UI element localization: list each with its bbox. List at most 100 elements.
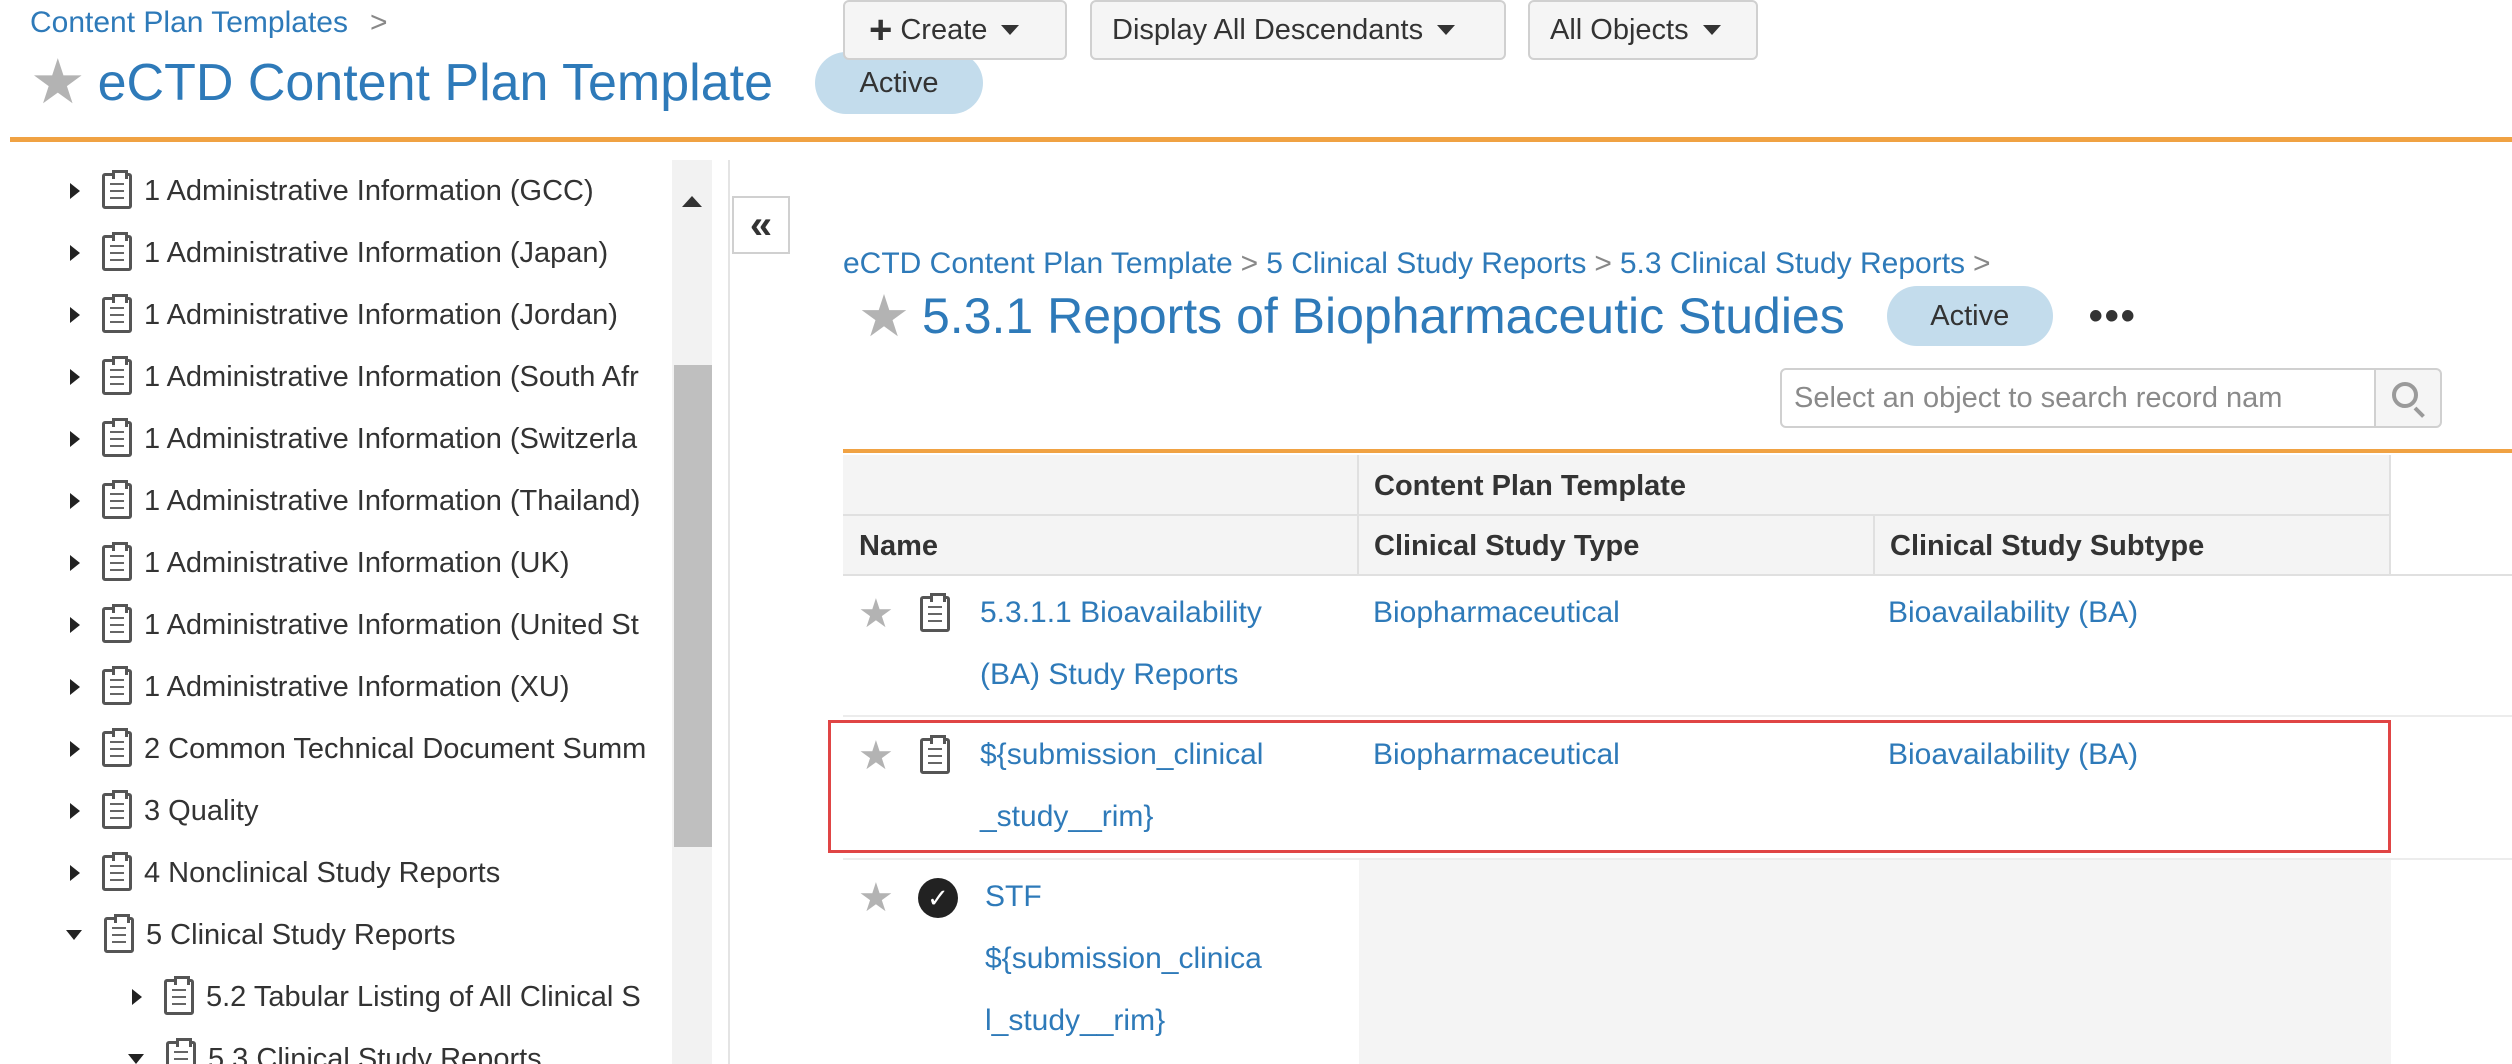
tree-item[interactable]: 1 Administrative Information (UK) [70,532,569,594]
tree-scrollbar-thumb[interactable] [674,365,712,847]
row-name-link[interactable]: 5.3.1.1 Bioavailability (BA) Study Repor… [980,582,1262,706]
doc-list-icon [102,418,132,457]
doc-list-icon [102,356,132,395]
status-badge: Active [814,52,983,114]
row-name-link[interactable]: STF ${submission_clinica l_study__rim} [985,866,1262,1052]
expand-arrow-icon[interactable] [70,369,80,385]
collapse-panel-button[interactable]: « [732,196,790,254]
breadcrumb-link-content-plan-templates[interactable]: Content Plan Templates [30,6,348,39]
tree-item[interactable]: 1 Administrative Information (XU) [70,656,569,718]
expand-arrow-icon[interactable] [70,245,80,261]
favorite-star-icon[interactable]: ★ [858,594,894,634]
breadcrumb-link[interactable]: 5 Clinical Study Reports [1266,247,1586,280]
chevron-down-icon [1437,25,1456,35]
expand-arrow-icon[interactable] [70,865,80,881]
display-descendants-dropdown[interactable]: Display All Descendants [1090,0,1506,60]
collapse-arrow-icon[interactable] [128,1054,144,1064]
favorite-star-icon[interactable]: ★ [858,736,894,776]
tree-item[interactable]: 4 Nonclinical Study Reports [70,842,500,904]
search-input[interactable] [1780,368,2376,428]
expand-arrow-icon[interactable] [70,493,80,509]
detail-title: 5.3.1 Reports of Biopharmaceutic Studies [922,288,1845,344]
doc-list-icon [102,728,132,767]
tree-item-label: 5.3 Clinical Study Reports [208,1042,542,1064]
doc-list-icon [102,604,132,643]
tree-item-label: 1 Administrative Information (UK) [144,546,570,579]
tree-item[interactable]: 5.2 Tabular Listing of All Clinical S [132,966,641,1028]
expand-arrow-icon[interactable] [70,307,80,323]
doc-list-icon [102,480,132,519]
tree-item-label: 3 Quality [144,794,259,827]
tree-item-label: 5 Clinical Study Reports [146,918,456,951]
header-divider [10,137,2512,142]
objects-label: All Objects [1550,13,1689,46]
hierarchy-tree: 1 Administrative Information (GCC) 1 Adm… [0,160,672,1064]
doc-list-icon [104,914,134,953]
object-filter-dropdown[interactable]: All Objects [1528,0,1758,60]
tree-item[interactable]: 1 Administrative Information (Jordan) [70,284,618,346]
tree-item-label: 1 Administrative Information (South Afr [144,360,639,393]
tree-item[interactable]: 3 Quality [70,780,258,842]
column-header-subtype[interactable]: Clinical Study Subtype [1890,530,2204,563]
expand-arrow-icon[interactable] [70,617,80,633]
doc-list-icon [920,735,950,774]
breadcrumb-link[interactable]: eCTD Content Plan Template [843,247,1233,280]
expand-arrow-icon[interactable] [70,431,80,447]
create-button[interactable]: + Create [843,0,1067,60]
collapse-arrow-icon[interactable] [66,930,82,940]
expand-arrow-icon[interactable] [70,679,80,695]
plus-icon: + [869,8,893,52]
tree-item-label: 1 Administrative Information (Switzerla [144,422,638,455]
page-title: eCTD Content Plan Template [97,54,773,112]
breadcrumb-separator: > [1973,247,1991,280]
check-circle-icon: ✓ [918,878,958,918]
row-name-link[interactable]: ${submission_clinical _study__rim} [980,724,1263,848]
detail-header: ★ 5.3.1 Reports of Biopharmaceutic Studi… [858,282,2137,350]
tree-item-label: 4 Nonclinical Study Reports [144,856,501,889]
search-icon [2392,382,2418,408]
tree-item[interactable]: 2 Common Technical Document Summ [70,718,646,780]
tree-item-label: 1 Administrative Information (Japan) [144,236,609,269]
row-subtype-link[interactable]: Bioavailability (BA) [1888,582,2138,644]
expand-arrow-icon[interactable] [70,803,80,819]
tree-item[interactable]: 1 Administrative Information (Thailand) [70,470,640,532]
scroll-up-arrow-icon[interactable] [682,196,702,207]
column-header-name[interactable]: Name [859,530,938,563]
tree-item[interactable]: 1 Administrative Information (Switzerla [70,408,637,470]
breadcrumb-separator: > [1240,247,1259,280]
doc-list-icon [920,593,950,632]
doc-list-icon [102,170,132,209]
expand-arrow-icon[interactable] [70,555,80,571]
tree-item-label: 1 Administrative Information (Jordan) [144,298,618,331]
tree-item[interactable]: 1 Administrative Information (GCC) [70,160,594,222]
page-header: ★ eCTD Content Plan Template Active [30,48,983,118]
breadcrumb-separator: > [1594,247,1612,280]
doc-list-icon [164,976,194,1015]
favorite-star-icon[interactable]: ★ [30,52,86,114]
doc-list-icon [102,790,132,829]
column-header-type[interactable]: Clinical Study Type [1374,530,1639,563]
chevron-down-icon [1702,25,1721,35]
favorite-star-icon[interactable]: ★ [858,878,894,918]
create-label: Create [900,13,988,46]
tree-item[interactable]: 5.3 Clinical Study Reports [128,1028,542,1064]
expand-arrow-icon[interactable] [70,183,80,199]
row-type-link[interactable]: Biopharmaceutical [1373,582,1620,644]
row-type-link[interactable]: Biopharmaceutical [1373,724,1620,786]
tree-item[interactable]: 1 Administrative Information (United St [70,594,639,656]
more-actions-icon[interactable]: ••• [2089,294,2137,339]
expand-arrow-icon[interactable] [132,989,142,1005]
tree-item[interactable]: 5 Clinical Study Reports [66,904,455,966]
breadcrumb-separator: > [369,6,388,39]
row-subtype-link[interactable]: Bioavailability (BA) [1888,724,2138,786]
display-label: Display All Descendants [1112,13,1424,46]
favorite-star-icon[interactable]: ★ [858,282,910,350]
status-badge: Active [1886,286,2053,346]
doc-list-icon [102,852,132,891]
breadcrumb-link[interactable]: 5.3 Clinical Study Reports [1620,247,1965,280]
tree-item[interactable]: 1 Administrative Information (South Afr [70,346,639,408]
search-button[interactable] [2374,368,2442,428]
expand-arrow-icon[interactable] [70,741,80,757]
tree-item[interactable]: 1 Administrative Information (Japan) [70,222,608,284]
doc-list-icon [166,1038,196,1064]
